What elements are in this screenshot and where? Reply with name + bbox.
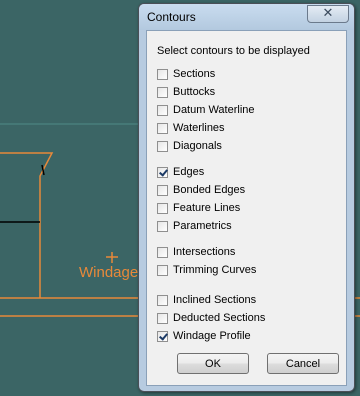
contours-dialog: Contours ✕ Select contours to be display…: [138, 3, 355, 392]
close-icon: ✕: [322, 6, 334, 21]
edge-tick: [41, 164, 45, 176]
dialog-body: Select contours to be displayed Sections…: [146, 30, 347, 386]
option-label: Feature Lines: [173, 202, 241, 214]
cancel-button-label: Cancel: [285, 357, 321, 370]
option-diagonals[interactable]: Diagonals: [157, 139, 222, 153]
option-parametrics[interactable]: Parametrics: [157, 219, 232, 233]
dialog-titlebar[interactable]: Contours ✕: [139, 4, 354, 30]
windage-label: Windage: [79, 264, 139, 281]
dialog-title: Contours: [147, 10, 196, 24]
option-bonded-edges[interactable]: Bonded Edges: [157, 183, 245, 197]
ok-button[interactable]: OK: [177, 353, 249, 374]
option-label: Trimming Curves: [173, 264, 257, 276]
option-inclined-sections[interactable]: Inclined Sections: [157, 293, 256, 307]
option-datum-waterline[interactable]: Datum Waterline: [157, 103, 255, 117]
checkbox[interactable]: [157, 140, 168, 152]
checkbox[interactable]: [157, 264, 168, 276]
option-label: Bonded Edges: [173, 184, 246, 196]
checkbox[interactable]: [157, 86, 168, 98]
option-waterlines[interactable]: Waterlines: [157, 121, 225, 135]
checkbox[interactable]: [157, 220, 168, 232]
option-intersections[interactable]: Intersections: [157, 245, 235, 259]
option-label: Datum Waterline: [173, 104, 255, 116]
option-buttocks[interactable]: Buttocks: [157, 85, 215, 99]
option-label: Parametrics: [173, 220, 232, 232]
checkbox[interactable]: [157, 312, 168, 324]
checkbox[interactable]: [157, 246, 168, 258]
checkbox[interactable]: [157, 104, 168, 116]
option-label: Deducted Sections: [173, 312, 266, 324]
close-button[interactable]: ✕: [307, 5, 349, 23]
option-label: Edges: [173, 166, 205, 178]
checkbox[interactable]: [157, 184, 168, 196]
option-label: Buttocks: [173, 86, 216, 98]
prompt-label: Select contours to be displayed: [157, 45, 310, 57]
option-label: Sections: [173, 68, 216, 80]
option-deducted-sections[interactable]: Deducted Sections: [157, 311, 265, 325]
ok-button-label: OK: [205, 357, 221, 370]
option-label: Inclined Sections: [173, 294, 257, 306]
windage-centroid-marker: [106, 252, 118, 263]
checkbox[interactable]: [157, 294, 168, 306]
option-windage-profile[interactable]: Windage Profile: [157, 329, 251, 343]
cancel-button[interactable]: Cancel: [267, 353, 339, 374]
checkbox[interactable]: [157, 166, 168, 178]
checkbox[interactable]: [157, 202, 168, 214]
checkbox[interactable]: [157, 68, 168, 80]
option-label: Diagonals: [173, 140, 222, 152]
option-edges[interactable]: Edges: [157, 165, 204, 179]
option-trimming-curves[interactable]: Trimming Curves: [157, 263, 256, 277]
checkbox[interactable]: [157, 330, 168, 342]
checkbox[interactable]: [157, 122, 168, 134]
option-label: Waterlines: [173, 122, 225, 134]
option-label: Intersections: [173, 246, 236, 258]
option-feature-lines[interactable]: Feature Lines: [157, 201, 240, 215]
option-label: Windage Profile: [173, 330, 251, 342]
option-sections[interactable]: Sections: [157, 67, 215, 81]
